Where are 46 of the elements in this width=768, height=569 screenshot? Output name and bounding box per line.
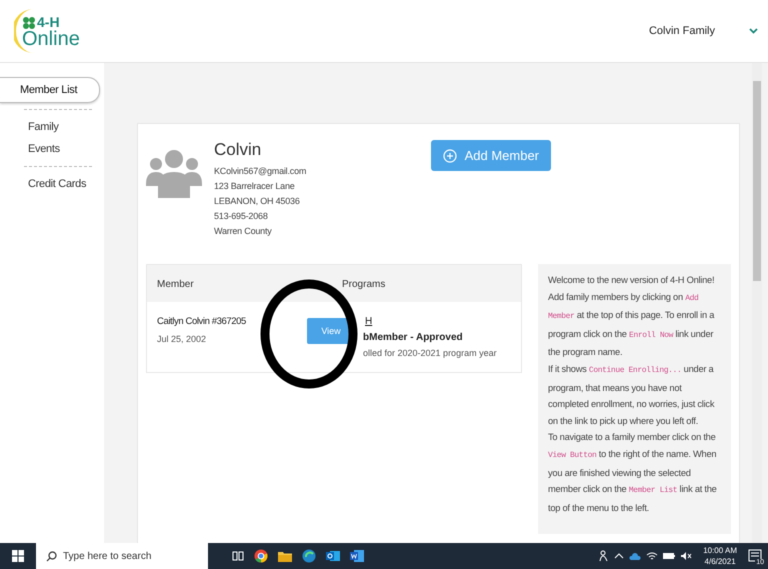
- speaker-muted-icon[interactable]: [680, 551, 692, 561]
- cloud-icon[interactable]: [629, 551, 642, 561]
- edge-icon[interactable]: [302, 549, 316, 563]
- enrollment-note: olled for 2020-2021 program year: [363, 348, 497, 358]
- notification-icon[interactable]: [748, 549, 762, 563]
- task-view-icon[interactable]: [232, 550, 244, 562]
- member-name: Caitlyn Colvin #367205: [157, 316, 247, 327]
- plus-circle-icon: [442, 148, 457, 162]
- account-name[interactable]: Colvin Family: [648, 25, 715, 37]
- sidebar-item[interactable]: Family: [8, 116, 100, 138]
- help-text: To navigate to a family member click on the View Button to the right of the name. When you are finished viewing the selected member click on the Member List link at the top of the menu to the left.: [548, 431, 718, 515]
- taskbar-date[interactable]: 4/6/2021: [704, 556, 736, 567]
- outlook-icon[interactable]: [326, 549, 340, 563]
- battery-icon[interactable]: [663, 551, 676, 561]
- help-text: Add family members by clicking on Add Member at the top of this page. To enroll in a program click on the Enroll Now link under the program name.: [548, 290, 716, 360]
- family-detail: Warren County: [214, 226, 273, 236]
- sidebar-item[interactable]: Member List: [0, 77, 100, 103]
- word-icon[interactable]: [350, 549, 364, 563]
- browser-icon[interactable]: [254, 549, 268, 563]
- scrollbar[interactable]: [752, 63, 762, 543]
- birth-date: Jul 25, 2002: [157, 334, 208, 344]
- help-text: Welcome to the new version of 4-H Online!: [548, 274, 716, 287]
- sidebar-item[interactable]: Credit Cards: [8, 173, 100, 195]
- column-header: Member: [157, 279, 195, 290]
- family-detail: KColvin567@gmail.com: [214, 166, 308, 176]
- family-detail: 513-695-2068: [214, 211, 269, 221]
- logo-text: 4-H: [37, 14, 60, 30]
- family-detail: LEBANON, OH 45036: [214, 196, 301, 206]
- program-status: bMember - Approved: [363, 332, 464, 343]
- person-icon[interactable]: [599, 550, 610, 562]
- help-text: If it shows Continue Enrolling... under a program, that means you have not completed enrollment, no worries, just click on the link to pick up where you left off.: [548, 362, 716, 428]
- folder-icon[interactable]: [278, 550, 292, 562]
- taskbar-search-field[interactable]: Type here to search: [36, 543, 208, 569]
- chevron-down-icon[interactable]: [749, 28, 758, 34]
- sidebar-item[interactable]: Events: [8, 138, 100, 160]
- taskbar-time[interactable]: 10:00 AM: [703, 545, 737, 556]
- family-name: Colvin: [214, 140, 262, 160]
- logo-text: Online: [22, 31, 80, 48]
- caret-up-icon[interactable]: [614, 551, 624, 561]
- search-icon: [46, 550, 57, 562]
- program-link[interactable]: H: [365, 316, 497, 327]
- clover-icon: [22, 16, 36, 30]
- family-detail: 123 Barrelracer Lane: [214, 181, 296, 191]
- column-header: Programs: [342, 279, 386, 290]
- wifi-icon[interactable]: [646, 551, 658, 561]
- windows-start-icon[interactable]: [12, 550, 24, 562]
